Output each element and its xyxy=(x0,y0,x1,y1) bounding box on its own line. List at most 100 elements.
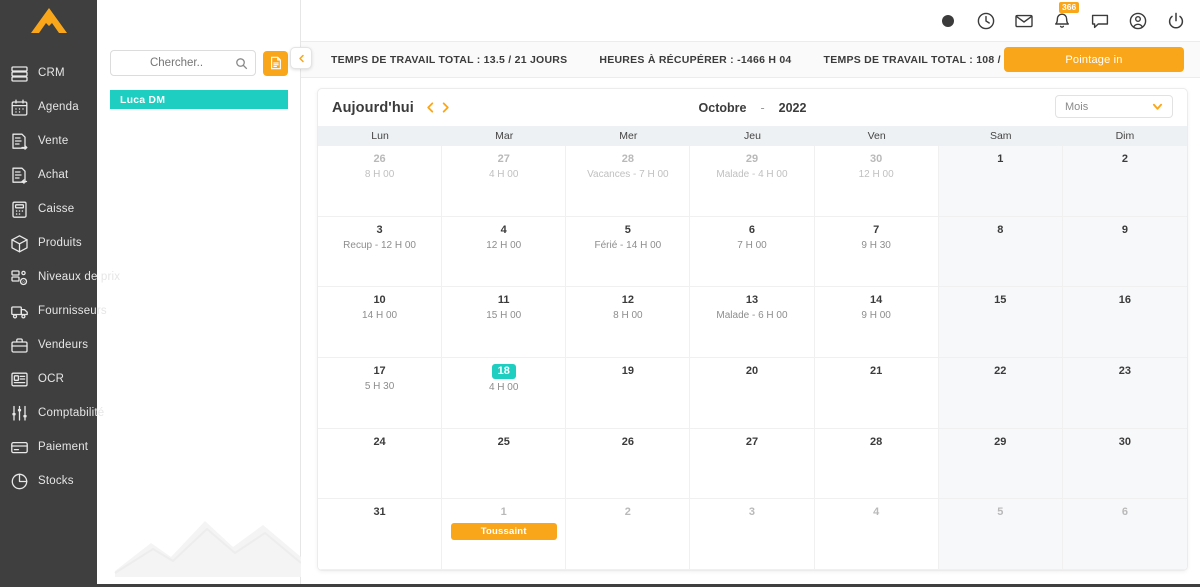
calendar-day-cell[interactable]: 26 8 H 00 xyxy=(318,146,443,217)
sidebar-item-niveaux-de-prix[interactable]: 0 Niveaux de prix xyxy=(0,260,120,294)
calendar-day-cell[interactable]: 6 7 H 00 xyxy=(690,216,815,288)
calendar-day-cell[interactable]: 20 xyxy=(690,357,815,429)
calendar-day-cell[interactable]: 7 9 H 30 xyxy=(814,216,939,288)
calendar-day-cell[interactable]: 27 xyxy=(690,428,815,500)
day-number: 4 xyxy=(500,223,507,236)
calendar-day-cell[interactable]: 30 xyxy=(1062,428,1187,500)
day-number: 14 xyxy=(870,294,883,307)
sidebar-item-vente[interactable]: Vente xyxy=(0,124,97,158)
calendar-day-cell[interactable]: 5 Férié - 14 H 00 xyxy=(566,216,691,288)
calendar-year-label: 2022 xyxy=(778,100,807,115)
calendar-separator: - xyxy=(760,100,765,115)
calendar-day-cell[interactable]: 4 xyxy=(814,499,939,570)
calendar-day-cell[interactable]: 14 9 H 00 xyxy=(814,287,939,358)
calendar-day-cell[interactable]: 28 xyxy=(814,428,939,500)
main-area: 366 TEMPS DE TRAVAIL TOTAL : 13.5 / 21 J… xyxy=(290,0,1200,587)
user-icon[interactable] xyxy=(1128,11,1148,31)
sidebar-item-stocks[interactable]: Stocks xyxy=(0,464,97,498)
chevron-right-icon[interactable] xyxy=(440,102,451,113)
clock-button[interactable] xyxy=(976,11,996,31)
calendar-day-cell[interactable]: 5 xyxy=(938,499,1063,570)
calendar-day-cell[interactable]: 9 xyxy=(1062,216,1187,288)
mail-icon[interactable] xyxy=(1014,11,1034,31)
power-button[interactable] xyxy=(1166,11,1186,31)
calendar-day-cell[interactable]: 15 xyxy=(938,287,1063,358)
purchase-icon xyxy=(12,167,28,184)
power-icon[interactable] xyxy=(1166,11,1186,31)
calendar-day-cell[interactable]: 23 xyxy=(1062,357,1187,429)
chevron-left-icon[interactable] xyxy=(425,102,436,113)
stats-bar: TEMPS DE TRAVAIL TOTAL : 13.5 / 21 JOURS… xyxy=(290,42,1200,78)
collapse-panel-button[interactable] xyxy=(290,47,312,69)
sidebar-item-fournisseurs[interactable]: Fournisseurs xyxy=(0,294,107,328)
sidebar-item-produits[interactable]: Produits xyxy=(0,226,97,260)
calendar-day-cell[interactable]: 18 4 H 00 xyxy=(442,357,567,429)
search-box[interactable] xyxy=(110,50,256,76)
calendar-day-cell[interactable]: 3 Recup - 12 H 00 xyxy=(318,216,443,288)
sidebar-item-crm[interactable]: CRM xyxy=(0,56,97,90)
calendar-day-cell[interactable]: 4 12 H 00 xyxy=(442,216,567,288)
calendar-day-cell[interactable]: 1 xyxy=(938,146,1063,217)
calendar-day-cell[interactable]: 1 Toussaint xyxy=(442,499,567,570)
status-dot-button[interactable] xyxy=(938,11,958,31)
calendar-day-cell[interactable]: 29 xyxy=(938,428,1063,500)
sidebar-item-vendeurs[interactable]: Vendeurs xyxy=(0,328,97,362)
calendar-day-cell[interactable]: 2 xyxy=(1062,146,1187,217)
pointage-in-button[interactable]: Pointage in xyxy=(1004,47,1184,72)
employee-list: Luca DM xyxy=(97,76,300,109)
clock-icon[interactable] xyxy=(976,11,996,31)
export-excel-button[interactable] xyxy=(263,50,288,76)
bell-button[interactable]: 366 xyxy=(1052,1,1080,31)
day-number: 21 xyxy=(870,364,883,377)
calendar-day-cell[interactable]: 6 xyxy=(1062,499,1187,570)
status-dot-icon[interactable] xyxy=(938,11,958,31)
sidebar-item-agenda[interactable]: Agenda xyxy=(0,90,97,124)
calendar-day-cell[interactable]: 12 8 H 00 xyxy=(566,287,691,358)
calendar-day-cell[interactable]: 11 15 H 00 xyxy=(442,287,567,358)
day-of-week-row: Lun Mar Mer Jeu Ven Sam Dim xyxy=(318,126,1187,146)
sidebar-item-comptabilit[interactable]: Comptabilité xyxy=(0,396,104,430)
day-info: 14 H 00 xyxy=(362,310,398,322)
mail-button[interactable] xyxy=(1014,11,1034,31)
day-info: 8 H 00 xyxy=(364,169,395,180)
calendar-day-cell[interactable]: 10 14 H 00 xyxy=(318,287,443,358)
day-number: 10 xyxy=(373,294,386,307)
sidebar-item-ocr[interactable]: OCR xyxy=(0,362,97,396)
calendar-day-cell[interactable]: 8 xyxy=(938,216,1063,288)
bell-icon[interactable] xyxy=(1052,11,1072,31)
view-mode-select[interactable]: Mois xyxy=(1055,95,1173,118)
holiday-chip[interactable]: Toussaint xyxy=(450,523,557,541)
export-file-icon xyxy=(270,56,281,70)
calendar-day-cell[interactable]: 17 5 H 30 xyxy=(318,357,443,429)
search-row xyxy=(97,42,300,76)
calendar-day-cell[interactable]: 19 xyxy=(566,357,691,429)
day-number: 29 xyxy=(745,153,759,165)
calendar-day-cell[interactable]: 29 Malade - 4 H 00 xyxy=(690,146,815,217)
sidebar-item-achat[interactable]: Achat xyxy=(0,158,97,192)
calendar-day-cell[interactable]: 2 xyxy=(566,499,691,570)
calendar-day-cell[interactable]: 13 Malade - 6 H 00 xyxy=(690,287,815,358)
day-info: Vacances - 7 H 00 xyxy=(587,169,669,180)
sidebar-item-caisse[interactable]: Caisse xyxy=(0,192,97,226)
app-logo[interactable] xyxy=(0,0,97,42)
calendar-day-cell[interactable]: 25 xyxy=(442,428,567,500)
chat-button[interactable] xyxy=(1090,11,1110,31)
today-button[interactable]: Aujourd'hui xyxy=(332,100,414,116)
chat-icon[interactable] xyxy=(1090,11,1110,31)
sidebar-item-paiement[interactable]: Paiement xyxy=(0,430,97,464)
calendar-day-cell[interactable]: 30 12 H 00 xyxy=(814,146,939,217)
calendar-day-cell[interactable]: 22 xyxy=(938,357,1063,429)
search-input[interactable] xyxy=(118,57,235,69)
calendar-day-cell[interactable]: 21 xyxy=(814,357,939,429)
employee-list-item[interactable]: Luca DM xyxy=(110,90,288,109)
calendar-day-cell[interactable]: 3 xyxy=(690,499,815,570)
sidebar-item-label: Produits xyxy=(38,237,82,249)
calendar-day-cell[interactable]: 26 xyxy=(566,428,691,500)
calendar-day-cell[interactable]: 16 xyxy=(1062,287,1187,358)
calendar-day-cell[interactable]: 31 xyxy=(318,499,443,570)
calendar-day-cell[interactable]: 28 Vacances - 7 H 00 xyxy=(566,146,691,217)
day-number: 23 xyxy=(1118,364,1132,377)
calendar-day-cell[interactable]: 24 xyxy=(318,428,443,500)
user-button[interactable] xyxy=(1128,11,1148,31)
calendar-day-cell[interactable]: 27 4 H 00 xyxy=(442,146,567,217)
